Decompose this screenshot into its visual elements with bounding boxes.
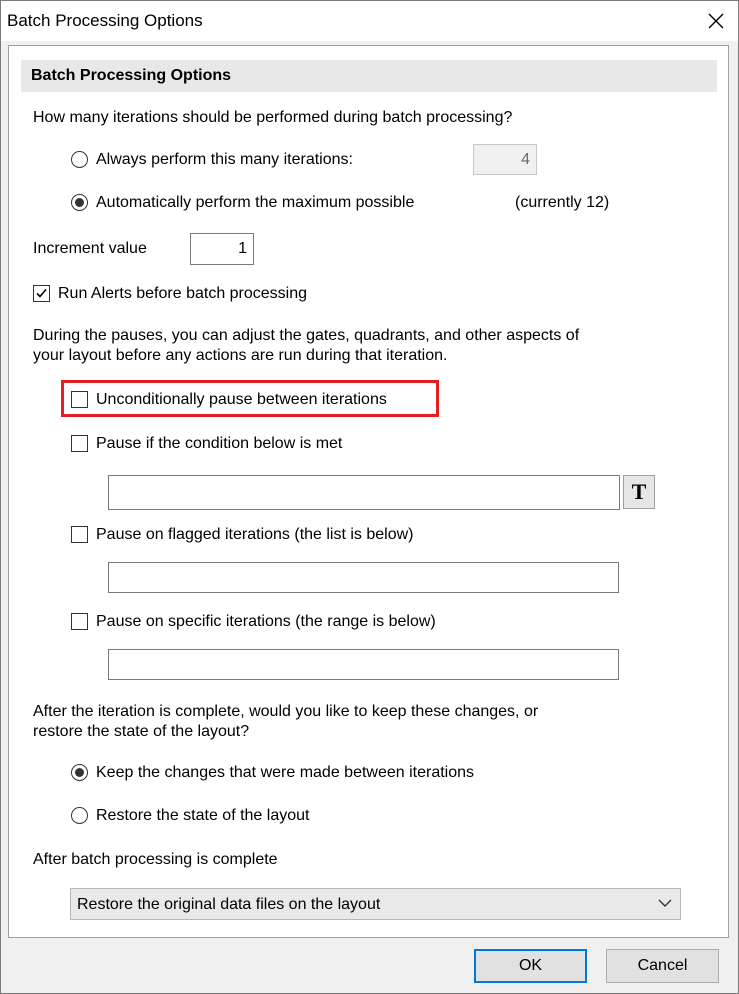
title-bar: Batch Processing Options	[1, 1, 738, 41]
group-title: Batch Processing Options	[31, 67, 232, 84]
window-title: Batch Processing Options	[7, 11, 203, 30]
after-iteration-question-line1: After the iteration is complete, would y…	[33, 703, 539, 720]
flagged-pause-label[interactable]: Pause on flagged iterations (the list is…	[96, 526, 414, 544]
after-batch-dropdown[interactable]: Restore the original data files on the l…	[70, 888, 681, 920]
run-alerts-label[interactable]: Run Alerts before batch processing	[58, 285, 307, 303]
iterations-count-field[interactable]: 4	[473, 144, 537, 175]
after-batch-selected: Restore the original data files on the l…	[77, 896, 381, 913]
increment-label: Increment value	[33, 240, 147, 257]
pauses-description-line1: During the pauses, you can adjust the ga…	[33, 327, 580, 344]
restore-layout-radio[interactable]	[71, 807, 88, 824]
restore-layout-label[interactable]: Restore the state of the layout	[96, 807, 309, 825]
after-iteration-question-line2: restore the state of the layout?	[33, 723, 250, 740]
flagged-pause-checkbox[interactable]	[71, 526, 88, 543]
checkmark-icon	[36, 288, 47, 298]
always-perform-label[interactable]: Always perform this many iterations:	[96, 151, 353, 169]
text-t-icon: T	[631, 479, 647, 504]
flagged-list-field[interactable]	[108, 562, 619, 593]
increment-field[interactable]: 1	[190, 233, 254, 265]
condition-editor-button[interactable]: T	[623, 475, 655, 509]
close-icon	[708, 13, 724, 29]
keep-changes-radio[interactable]	[71, 764, 88, 781]
specific-pause-checkbox[interactable]	[71, 613, 88, 630]
always-perform-radio[interactable]	[71, 151, 88, 168]
condition-field[interactable]	[108, 475, 620, 510]
ok-button[interactable]: OK	[474, 949, 587, 983]
condition-pause-label[interactable]: Pause if the condition below is met	[96, 435, 342, 453]
auto-maximum-label[interactable]: Automatically perform the maximum possib…	[96, 194, 414, 212]
unconditional-pause-label[interactable]: Unconditionally pause between iterations	[96, 391, 387, 409]
group-header: Batch Processing Options	[21, 60, 717, 92]
cancel-button[interactable]: Cancel	[606, 949, 719, 983]
specific-range-field[interactable]	[108, 649, 619, 680]
unconditional-pause-checkbox[interactable]	[71, 391, 88, 408]
keep-changes-label[interactable]: Keep the changes that were made between …	[96, 764, 474, 782]
after-batch-label: After batch processing is complete	[33, 851, 278, 868]
chevron-down-icon	[658, 899, 672, 907]
auto-maximum-radio[interactable]	[71, 194, 88, 211]
run-alerts-checkbox[interactable]	[33, 285, 50, 302]
pauses-description-line2: your layout before any actions are run d…	[33, 347, 448, 364]
current-maximum-text: (currently 12)	[515, 194, 610, 211]
close-button[interactable]	[702, 7, 730, 35]
condition-pause-checkbox[interactable]	[71, 435, 88, 452]
specific-pause-label[interactable]: Pause on specific iterations (the range …	[96, 613, 436, 631]
iterations-question: How many iterations should be performed …	[33, 109, 513, 126]
